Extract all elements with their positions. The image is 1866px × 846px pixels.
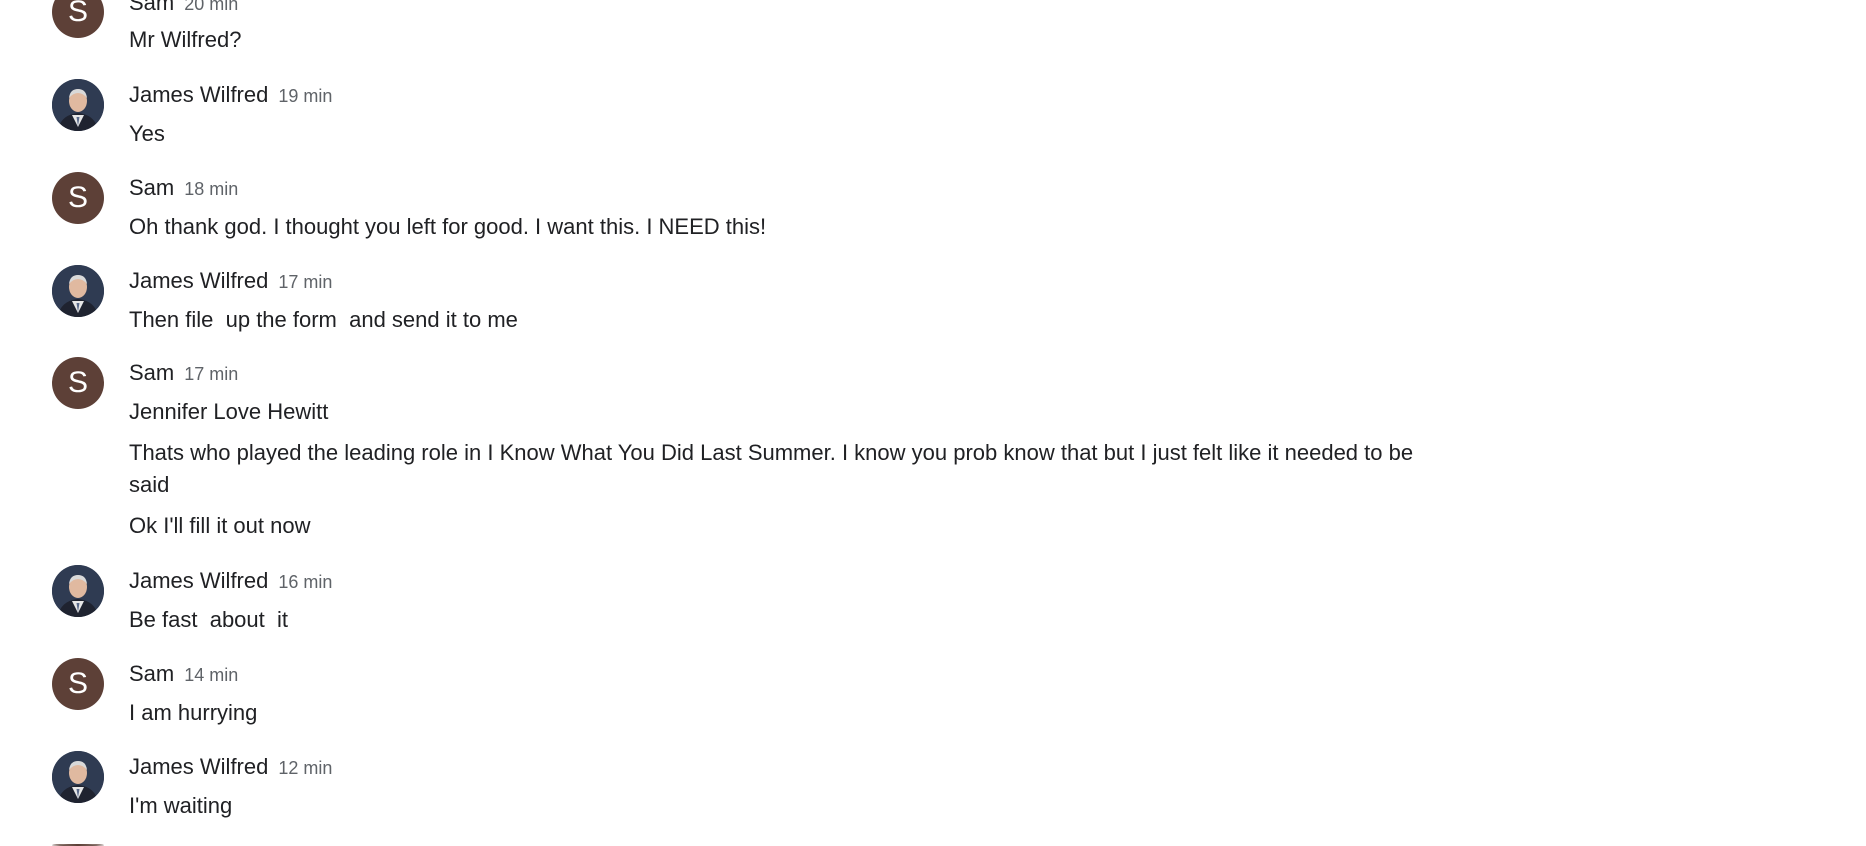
- message-text: Then file up the form and send it to me: [129, 307, 518, 332]
- timestamp: 18 min: [184, 179, 239, 199]
- message-header: Sam 17 min: [129, 360, 238, 386]
- sender-name[interactable]: Sam: [129, 360, 174, 385]
- sender-name[interactable]: Sam: [129, 661, 174, 686]
- message-header: James Wilfred 16 min: [129, 568, 332, 594]
- timestamp: 19 min: [278, 86, 333, 106]
- message-header: Sam 20 min: [129, 0, 238, 16]
- message-text: Ok I'll fill it out now: [129, 513, 311, 538]
- timestamp: 16 min: [278, 572, 333, 592]
- timestamp: 17 min: [278, 272, 333, 292]
- timestamp: 17 min: [184, 364, 239, 384]
- message-header: James Wilfred 17 min: [129, 268, 332, 294]
- timestamp: 14 min: [184, 665, 239, 685]
- message-text: Mr Wilfred?: [129, 27, 242, 52]
- avatar[interactable]: S: [52, 658, 104, 710]
- timestamp: 12 min: [278, 758, 333, 778]
- profile-photo-icon[interactable]: [52, 751, 104, 803]
- avatar[interactable]: S: [52, 172, 104, 224]
- sender-name[interactable]: James Wilfred: [129, 268, 268, 293]
- message-header: James Wilfred 19 min: [129, 82, 332, 108]
- message-thread: S Sam 20 min Mr Wilfred? James Wilfred 19 …: [0, 0, 1866, 846]
- sender-name[interactable]: James Wilfred: [129, 754, 268, 779]
- message-header: Sam 18 min: [129, 175, 238, 201]
- message-header: James Wilfred 12 min: [129, 754, 332, 780]
- message-text: Be fast about it: [129, 607, 288, 632]
- sender-name[interactable]: James Wilfred: [129, 82, 268, 107]
- message-text: Thats who played the leading role in I K…: [129, 440, 1420, 497]
- sender-name[interactable]: James Wilfred: [129, 568, 268, 593]
- profile-photo-icon[interactable]: [52, 565, 104, 617]
- timestamp: 20 min: [184, 0, 239, 14]
- avatar[interactable]: S: [52, 357, 104, 409]
- profile-photo-icon[interactable]: [52, 265, 104, 317]
- sender-name[interactable]: Sam: [129, 0, 174, 15]
- message-text: I am hurrying: [129, 700, 258, 725]
- sender-name[interactable]: Sam: [129, 175, 174, 200]
- avatar[interactable]: S: [52, 0, 104, 38]
- profile-photo-icon[interactable]: [52, 79, 104, 131]
- message-text: I'm waiting: [129, 793, 233, 818]
- message-text: Oh thank god. I thought you left for goo…: [129, 214, 767, 239]
- message-text: Jennifer Love Hewitt: [129, 399, 329, 424]
- message-header: Sam 14 min: [129, 661, 238, 687]
- message-text: Yes: [129, 121, 165, 146]
